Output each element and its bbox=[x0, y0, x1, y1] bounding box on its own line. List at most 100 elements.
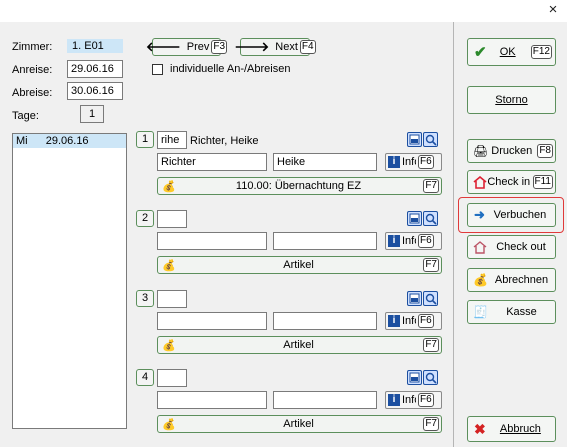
next-key: F4 bbox=[299, 40, 316, 54]
title-bar bbox=[0, 0, 567, 22]
guest-article-label: Artikel bbox=[283, 418, 314, 430]
drucken-key: F8 bbox=[537, 144, 553, 158]
checkmark-icon: ✔ bbox=[474, 44, 487, 61]
kasse-label: Kasse bbox=[506, 306, 537, 318]
search-icon[interactable] bbox=[423, 370, 438, 385]
article-key: F7 bbox=[423, 338, 439, 352]
next-button[interactable]: 🡒 Next F4 bbox=[234, 38, 316, 56]
guest-article-button[interactable]: 💰 Artikel F7 bbox=[157, 336, 442, 354]
guest-article-button[interactable]: 💰 110.00: Übernachtung EZ F7 bbox=[157, 177, 442, 195]
guest-firstname-field[interactable] bbox=[273, 312, 377, 330]
individual-dates-label: individuelle An-/Abreisen bbox=[170, 63, 291, 75]
guest-lastname-field[interactable]: Richter bbox=[157, 153, 267, 171]
prev-label: Prev bbox=[186, 41, 210, 53]
info-key: F6 bbox=[418, 155, 434, 169]
article-key: F7 bbox=[423, 258, 439, 272]
guest-firstname-field[interactable] bbox=[273, 391, 377, 409]
guest-article-label: Artikel bbox=[283, 259, 314, 271]
abbruch-button[interactable]: ✖ Abbruch bbox=[467, 416, 556, 442]
cash-register-icon: 🧾 bbox=[473, 305, 488, 319]
storno-button[interactable]: Storno bbox=[467, 86, 556, 114]
info-label: Info bbox=[402, 235, 416, 247]
guest-number-badge: 4 bbox=[136, 369, 154, 386]
info-icon: i bbox=[388, 235, 400, 247]
drucken-label: Drucken bbox=[491, 145, 533, 157]
search-icon[interactable] bbox=[423, 291, 438, 306]
guest-lastname-field[interactable] bbox=[157, 232, 267, 250]
prev-button[interactable]: 🡐 Prev F3 bbox=[146, 38, 228, 56]
money-bag-icon: 💰 bbox=[162, 180, 176, 193]
close-icon[interactable]: × bbox=[545, 1, 561, 19]
search-icon[interactable] bbox=[423, 132, 438, 147]
money-bag-icon: 💰 bbox=[473, 273, 488, 287]
guest-info-button[interactable]: i Info F6 bbox=[385, 312, 442, 330]
individual-dates-checkbox[interactable] bbox=[152, 64, 163, 75]
info-key: F6 bbox=[418, 314, 434, 328]
save-icon[interactable] bbox=[407, 370, 422, 385]
prev-key: F3 bbox=[211, 40, 228, 54]
save-icon[interactable] bbox=[407, 132, 422, 147]
save-icon[interactable] bbox=[407, 291, 422, 306]
guest-article-button[interactable]: 💰 Artikel F7 bbox=[157, 256, 442, 274]
info-label: Info bbox=[402, 315, 416, 327]
info-label: Info bbox=[402, 394, 416, 406]
checkin-key: F11 bbox=[532, 175, 553, 189]
kasse-button[interactable]: 🧾 Kasse bbox=[467, 300, 556, 324]
guest-display-name: Richter, Heike bbox=[190, 135, 259, 147]
info-key: F6 bbox=[418, 234, 434, 248]
money-bag-icon: 💰 bbox=[162, 418, 176, 431]
guest-article-button[interactable]: 💰 Artikel F7 bbox=[157, 415, 442, 433]
info-icon: i bbox=[388, 315, 400, 327]
day-date: 29.06.16 bbox=[45, 135, 89, 147]
guest-shortcode-field[interactable] bbox=[157, 210, 187, 228]
cross-icon: ✖ bbox=[474, 420, 486, 437]
abrechnen-label: Abrechnen bbox=[494, 274, 549, 286]
save-icon[interactable] bbox=[407, 211, 422, 226]
guest-shortcode-field[interactable]: rihe bbox=[157, 131, 187, 149]
guest-number-badge: 2 bbox=[136, 210, 154, 227]
abbruch-label: Abbruch bbox=[499, 423, 541, 435]
guest-info-button[interactable]: i Info F6 bbox=[385, 391, 442, 409]
checkout-button[interactable]: Check out bbox=[467, 235, 556, 259]
ok-key: F12 bbox=[530, 45, 552, 59]
money-bag-icon: 💰 bbox=[162, 339, 176, 352]
money-bag-icon: 💰 bbox=[162, 259, 176, 272]
info-label: Info bbox=[402, 156, 416, 168]
guest-lastname-field[interactable] bbox=[157, 391, 267, 409]
search-icon[interactable] bbox=[423, 211, 438, 226]
zimmer-value: 1. E01 bbox=[67, 39, 123, 53]
guest-number-badge: 1 bbox=[136, 131, 154, 148]
guest-lastname-field[interactable] bbox=[157, 312, 267, 330]
house-icon bbox=[473, 240, 487, 254]
tage-value: 1 bbox=[80, 105, 104, 123]
guest-firstname-field[interactable]: Heike bbox=[273, 153, 377, 171]
guest-info-button[interactable]: i Info F6 bbox=[385, 153, 442, 171]
guest-firstname-field[interactable] bbox=[273, 232, 377, 250]
house-icon bbox=[473, 175, 487, 189]
arrow-right-icon: ➜ bbox=[474, 207, 485, 222]
storno-label: Storno bbox=[495, 94, 528, 106]
drucken-button[interactable]: 🖨 Drucken F8 bbox=[467, 139, 556, 163]
guest-number-badge: 3 bbox=[136, 290, 154, 307]
guest-info-button[interactable]: i Info F6 bbox=[385, 232, 442, 250]
zimmer-label: Zimmer: bbox=[12, 41, 53, 53]
abreise-field[interactable]: 30.06.16 bbox=[67, 82, 123, 100]
guest-article-label: 110.00: Übernachtung EZ bbox=[235, 180, 362, 192]
verbuchen-button[interactable]: ➜ Verbuchen bbox=[467, 203, 556, 227]
day-name: Mi bbox=[16, 135, 28, 147]
checkin-button[interactable]: Check in F11 bbox=[467, 170, 556, 194]
guest-article-label: Artikel bbox=[283, 339, 314, 351]
arrow-left-icon: 🡐 bbox=[145, 39, 181, 54]
ok-label: OK bbox=[499, 46, 516, 58]
ok-button[interactable]: ✔ OK F12 bbox=[467, 38, 556, 66]
guest-shortcode-field[interactable] bbox=[157, 369, 187, 387]
day-list[interactable]: Mi 29.06.16 bbox=[12, 133, 127, 429]
tage-label: Tage: bbox=[12, 110, 39, 122]
list-item[interactable]: Mi 29.06.16 bbox=[13, 134, 126, 148]
info-icon: i bbox=[388, 156, 400, 168]
divider bbox=[453, 22, 454, 447]
anreise-field[interactable]: 29.06.16 bbox=[67, 60, 123, 78]
guest-shortcode-field[interactable] bbox=[157, 290, 187, 308]
abrechnen-button[interactable]: 💰 Abrechnen bbox=[467, 268, 556, 292]
next-label: Next bbox=[275, 41, 298, 53]
